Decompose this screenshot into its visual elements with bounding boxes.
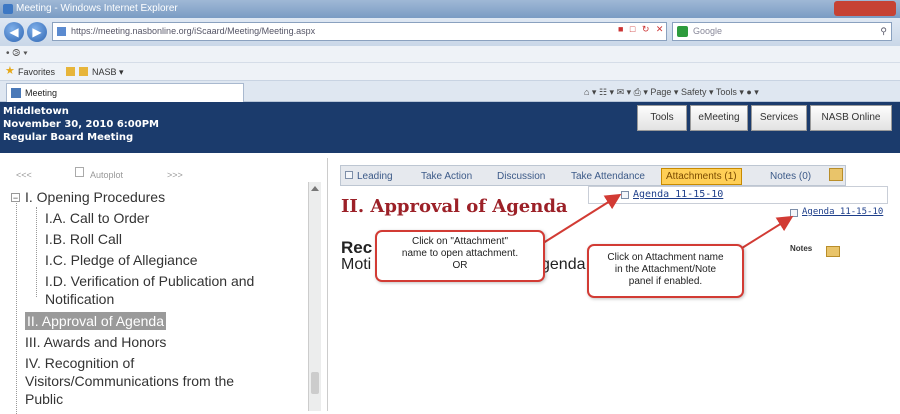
back-icon[interactable]: ◀ bbox=[4, 22, 24, 42]
tree-item-call-to-order[interactable]: I.A. Call to Order bbox=[45, 209, 149, 227]
address-bar[interactable]: https://meeting.nasbonline.org/iScaard/M… bbox=[52, 22, 667, 41]
feeds-icon[interactable]: ☷ ▾ bbox=[599, 87, 614, 97]
search-input[interactable]: Google ⚲ bbox=[672, 22, 892, 41]
meeting-type: Regular Board Meeting bbox=[3, 132, 134, 143]
address-tools-icon[interactable]: ■ □ ↻ ✕ bbox=[618, 24, 666, 37]
tree-item-roll-call[interactable]: I.B. Roll Call bbox=[45, 230, 122, 248]
command-bar-text[interactable]: Page ▾ Safety ▾ Tools ▾ ● ▾ bbox=[650, 87, 758, 97]
meeting-date: November 30, 2010 6:00PM bbox=[3, 119, 159, 130]
motion-text: Moti bbox=[341, 256, 372, 273]
tree-item-verification[interactable]: I.D. Verification of Publication and bbox=[45, 272, 254, 290]
callout-panel-attachment: Click on Attachment name in the Attachme… bbox=[587, 244, 744, 298]
favorites-bar: ★ Favorites NASB ▾ bbox=[0, 62, 900, 80]
window-title: Meeting - Windows Internet Explorer bbox=[16, 3, 178, 14]
search-provider-icon bbox=[677, 26, 688, 37]
tree-item-opening-procedures[interactable]: I. Opening Procedures bbox=[25, 188, 165, 206]
favorites-button[interactable]: Favorites bbox=[18, 63, 55, 81]
recommendation-heading: Rec bbox=[341, 238, 373, 257]
page-title: II. Approval of Agenda bbox=[341, 196, 568, 217]
attachment-link[interactable]: Agenda 11-15-10 bbox=[633, 189, 723, 200]
tab-take-attendance[interactable]: Take Attendance bbox=[571, 169, 645, 184]
forward-icon[interactable]: ▶ bbox=[27, 22, 47, 42]
attachment-dropdown: Agenda 11-15-10 bbox=[588, 186, 888, 204]
callout-line: Click on Attachment name bbox=[607, 252, 724, 263]
prev-item-link[interactable]: <<< bbox=[16, 170, 32, 180]
browser-tab-label: Meeting bbox=[25, 88, 58, 98]
search-placeholder: Google bbox=[693, 26, 723, 36]
command-bar[interactable]: ⌂ ▾ ☷ ▾ ✉ ▾ ⎙ ▾ Page ▾ Safety ▾ Tools ▾ … bbox=[584, 85, 896, 99]
next-item-link[interactable]: >>> bbox=[167, 170, 183, 180]
folder-icon bbox=[79, 67, 88, 76]
emeeting-button[interactable]: eMeeting bbox=[690, 105, 748, 131]
print-icon[interactable]: ⎙ ▾ bbox=[634, 87, 648, 97]
attachment-file-icon bbox=[621, 191, 629, 199]
agenda-scrollbar[interactable] bbox=[308, 182, 321, 411]
favorites-link-nasb[interactable]: NASB ▾ bbox=[92, 63, 124, 81]
tree-item-verification-cont[interactable]: Notification bbox=[45, 290, 114, 308]
mail-icon[interactable]: ✉ ▾ bbox=[617, 87, 632, 97]
page-icon bbox=[57, 27, 66, 36]
callout-open-attachment: Click on "Attachment" name to open attac… bbox=[375, 230, 545, 282]
notes-icon[interactable] bbox=[826, 246, 840, 257]
callout-line: OR bbox=[452, 260, 468, 271]
services-button[interactable]: Services bbox=[751, 105, 807, 131]
autoplot-label: Autoplot bbox=[90, 170, 124, 180]
attachment-file-icon bbox=[790, 209, 798, 217]
nasb-online-button[interactable]: NASB Online bbox=[810, 105, 892, 131]
tree-item-approval-selected[interactable]: II. Approval of Agenda bbox=[25, 312, 166, 330]
notes-folder-icon[interactable] bbox=[829, 168, 843, 181]
callout-line: panel if enabled. bbox=[628, 276, 703, 287]
tree-connector bbox=[36, 207, 37, 297]
favorites-star-icon[interactable]: ★ bbox=[5, 66, 15, 77]
window-controls[interactable] bbox=[834, 1, 896, 16]
navigation-bar: ◀ ▶ https://meeting.nasbonline.org/iScaa… bbox=[0, 18, 900, 46]
callout-line: Click on "Attachment" bbox=[411, 236, 509, 247]
window-title-bar: Meeting - Windows Internet Explorer bbox=[0, 0, 900, 18]
tab-attachments[interactable]: Attachments (1) bbox=[661, 168, 742, 185]
notes-label: Notes bbox=[790, 244, 813, 253]
tree-item-recognition-end[interactable]: Public bbox=[25, 390, 63, 408]
autoplot-checkbox-icon[interactable] bbox=[75, 167, 84, 177]
tab-take-action[interactable]: Take Action bbox=[421, 169, 472, 184]
tree-item-recognition-cont[interactable]: Visitors/Communications from the bbox=[25, 372, 234, 390]
leading-icon bbox=[345, 171, 353, 179]
callout-line: name to open attachment. bbox=[401, 248, 519, 259]
tree-item-recognition[interactable]: IV. Recognition of bbox=[25, 354, 134, 372]
tab-notes[interactable]: Notes (0) bbox=[770, 169, 811, 184]
agenda-tree: − I. Opening Procedures I.A. Call to Ord… bbox=[11, 185, 308, 414]
tab-leading[interactable]: Leading bbox=[357, 169, 393, 184]
callout-line: in the Attachment/Note bbox=[614, 264, 717, 275]
org-name: Middletown bbox=[3, 106, 69, 117]
browser-tab-row: Meeting ⌂ ▾ ☷ ▾ ✉ ▾ ⎙ ▾ Page ▾ Safety ▾ … bbox=[0, 80, 900, 102]
item-tab-strip: Leading Take Action Discussion Take Atte… bbox=[340, 165, 846, 186]
collapse-icon[interactable]: − bbox=[11, 193, 20, 203]
tab-discussion[interactable]: Discussion bbox=[497, 169, 545, 184]
tree-item-pledge[interactable]: I.C. Pledge of Allegiance bbox=[45, 251, 198, 269]
menu-strip-text: • ⧁ ▾ bbox=[6, 48, 28, 59]
search-icon[interactable]: ⚲ bbox=[880, 23, 887, 40]
ie-icon bbox=[3, 4, 13, 14]
motion-text-end: genda bbox=[541, 256, 586, 273]
scroll-thumb[interactable] bbox=[311, 372, 319, 394]
tools-button[interactable]: Tools bbox=[637, 105, 687, 131]
tree-item-awards[interactable]: III. Awards and Honors bbox=[25, 333, 166, 351]
url-text: https://meeting.nasbonline.org/iScaard/M… bbox=[71, 26, 316, 36]
scroll-up-icon[interactable] bbox=[311, 186, 319, 191]
menu-strip: • ⧁ ▾ bbox=[0, 46, 900, 62]
folder-icon bbox=[66, 67, 75, 76]
browser-tab-meeting[interactable]: Meeting bbox=[6, 83, 244, 102]
panel-attachment-link[interactable]: Agenda 11-15-10 bbox=[802, 207, 883, 217]
tree-connector bbox=[16, 199, 17, 414]
page-icon bbox=[11, 88, 21, 98]
home-icon[interactable]: ⌂ ▾ bbox=[584, 87, 596, 97]
